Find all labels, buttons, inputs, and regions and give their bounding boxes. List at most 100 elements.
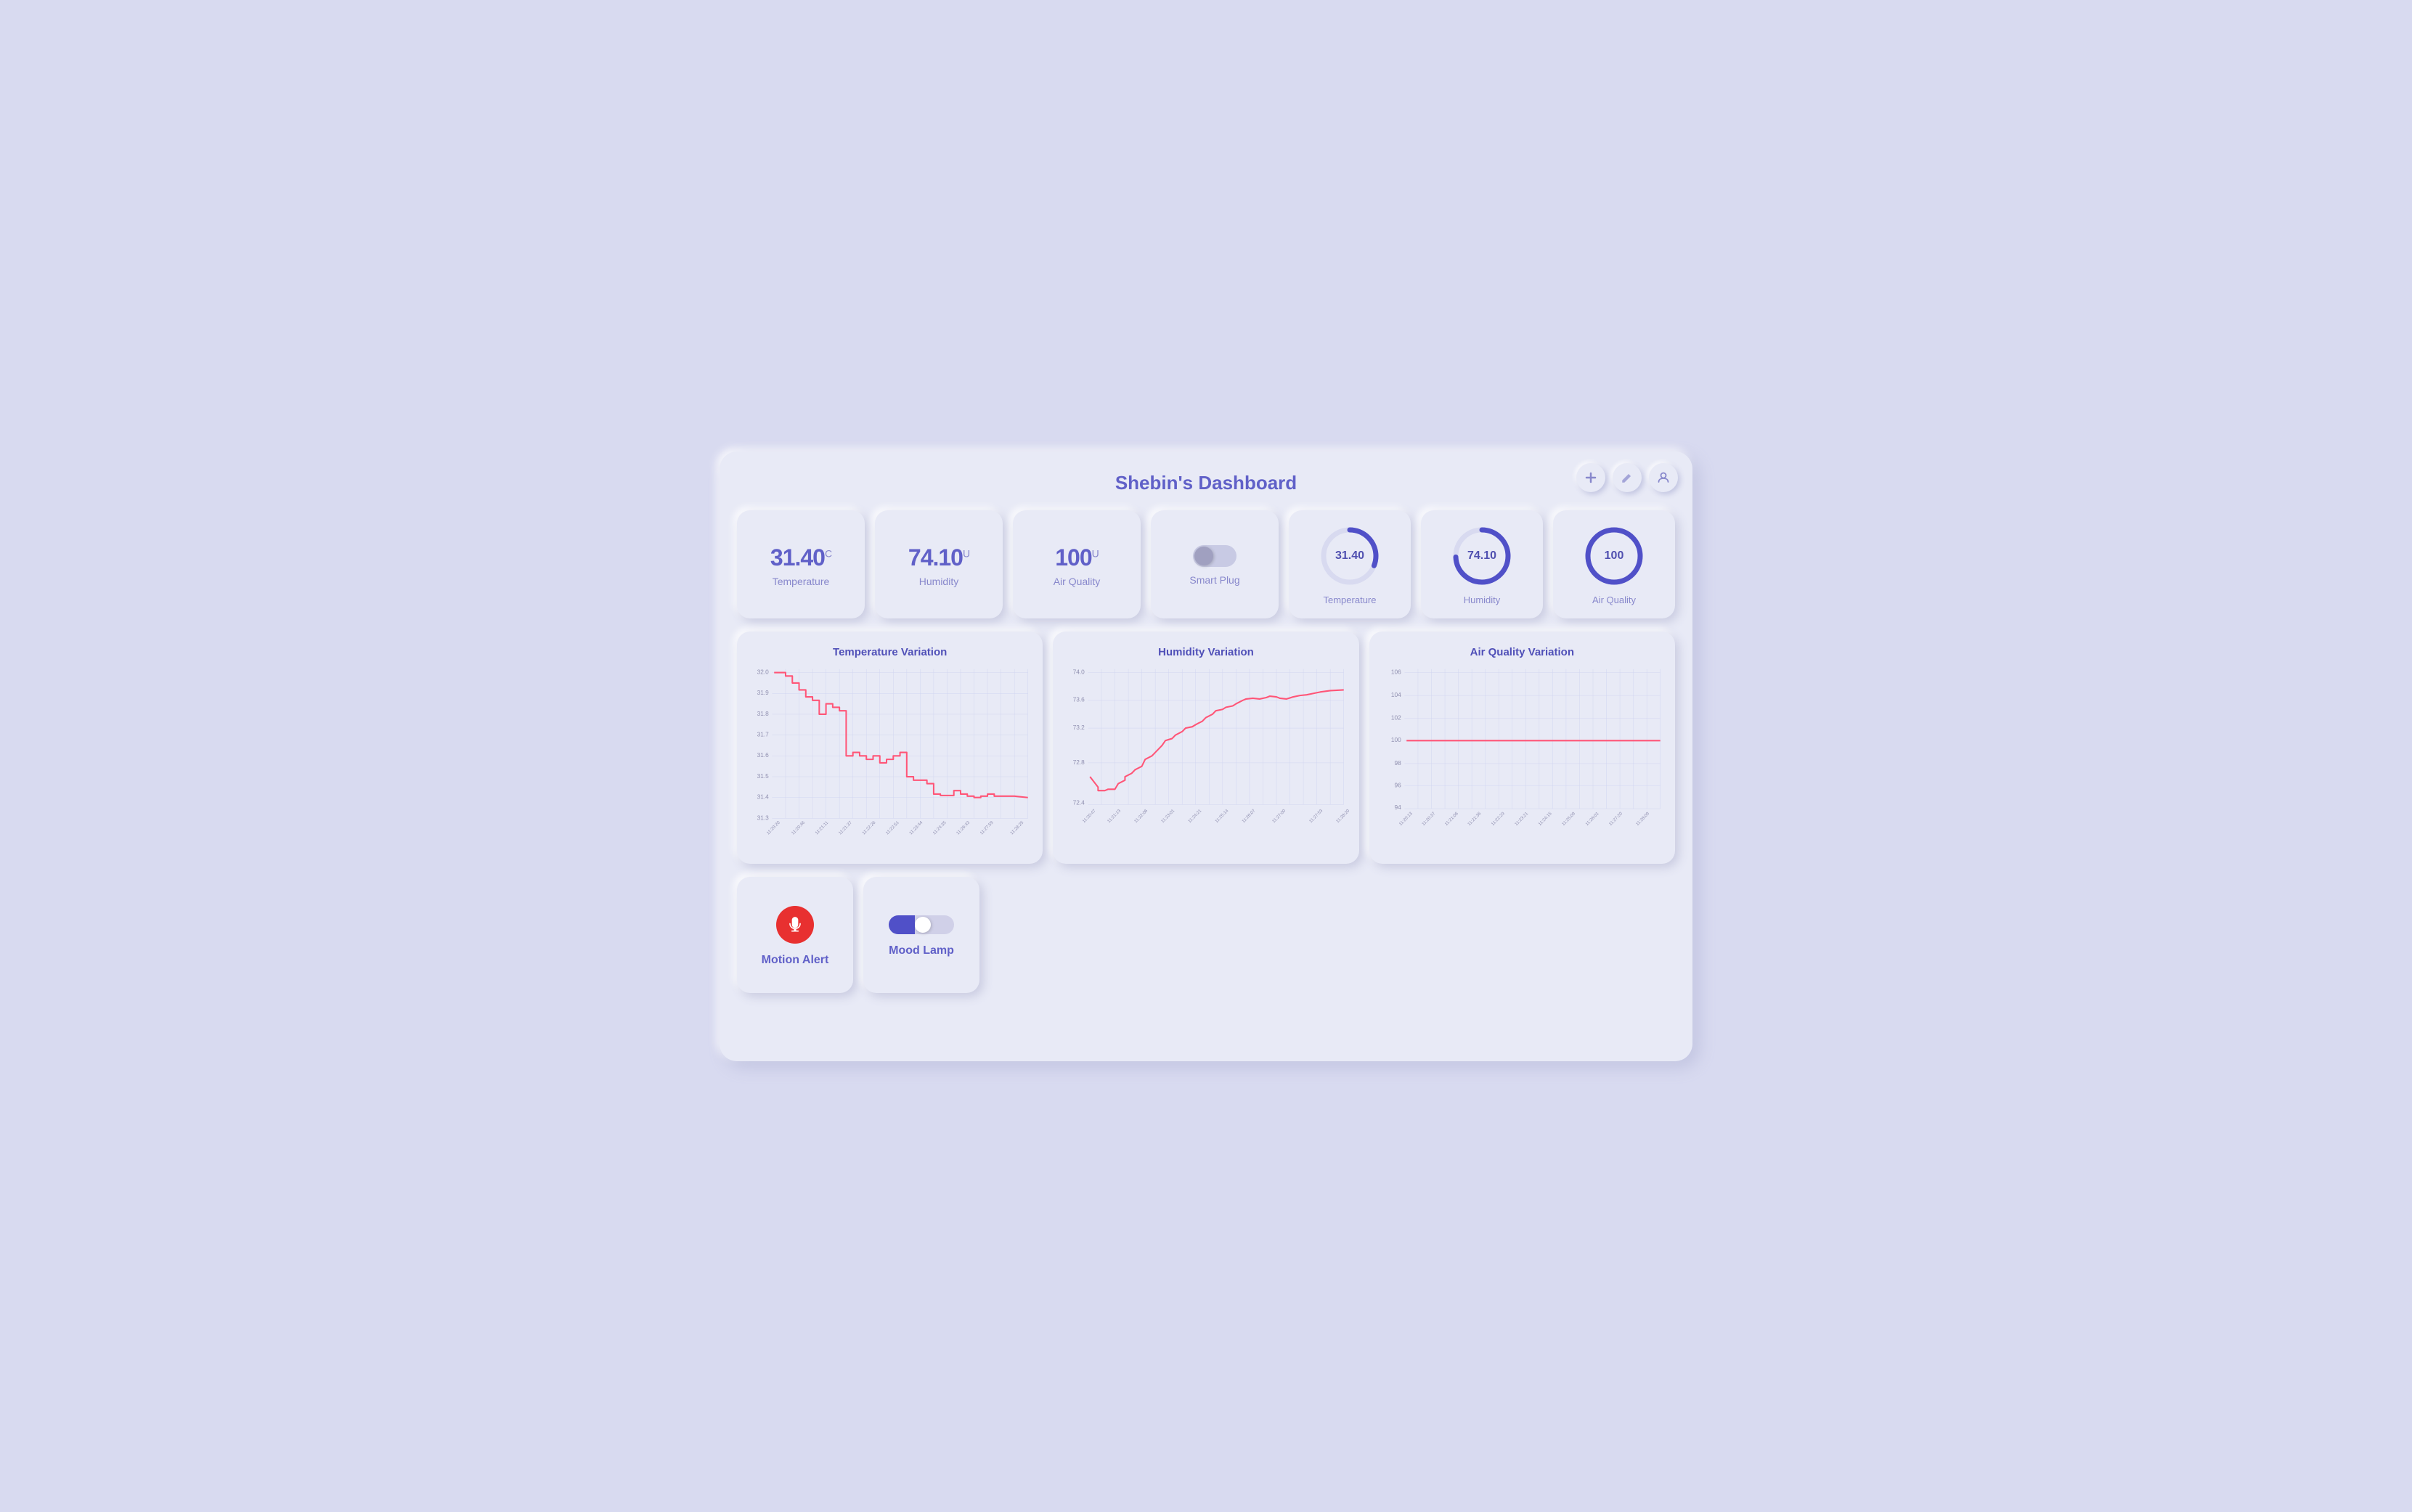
airquality-gauge-value: 100 bbox=[1605, 549, 1624, 563]
svg-text:11:28:09: 11:28:09 bbox=[1635, 810, 1651, 826]
svg-text:74.0: 74.0 bbox=[1073, 668, 1085, 675]
svg-text:11:28:25: 11:28:25 bbox=[1009, 820, 1025, 835]
airquality-chart-card: Air Quality Variation 106 104 102 100 98… bbox=[1369, 632, 1675, 864]
svg-text:11:27:59: 11:27:59 bbox=[979, 820, 995, 835]
svg-text:11:21:37: 11:21:37 bbox=[838, 820, 854, 835]
airquality-gauge-wrapper: 100 bbox=[1581, 523, 1647, 589]
svg-text:31.8: 31.8 bbox=[757, 709, 770, 716]
svg-text:11:20:46: 11:20:46 bbox=[791, 820, 807, 835]
svg-text:11:27:20: 11:27:20 bbox=[1608, 810, 1623, 826]
svg-text:11:28:20: 11:28:20 bbox=[1335, 808, 1351, 824]
svg-text:11:24:21: 11:24:21 bbox=[1187, 808, 1203, 824]
motion-alert-label: Motion Alert bbox=[762, 954, 829, 967]
temperature-chart-svg: 32.0 31.9 31.8 31.7 31.6 31.5 31.4 31.3 bbox=[749, 666, 1031, 825]
temperature-gauge-value: 31.40 bbox=[1335, 549, 1364, 563]
smart-plug-card: Smart Plug bbox=[1151, 510, 1279, 618]
svg-text:11:26:43: 11:26:43 bbox=[956, 820, 971, 835]
motion-alert-card: Motion Alert bbox=[737, 877, 853, 993]
temperature-chart-title: Temperature Variation bbox=[749, 646, 1031, 658]
dashboard-title: Shebin's Dashboard bbox=[737, 472, 1675, 494]
stat-cards-row: 31.40C Temperature 74.10U Humidity 100U … bbox=[737, 510, 1675, 618]
svg-text:11:20:13: 11:20:13 bbox=[1398, 810, 1414, 826]
add-button[interactable] bbox=[1576, 463, 1605, 492]
edit-button[interactable] bbox=[1613, 463, 1642, 492]
temperature-stat-value: 31.40C bbox=[770, 544, 831, 571]
svg-text:11:25:14: 11:25:14 bbox=[1215, 808, 1231, 824]
svg-text:11:22:29: 11:22:29 bbox=[1490, 810, 1506, 826]
svg-text:11:24:35: 11:24:35 bbox=[932, 820, 948, 835]
svg-text:96: 96 bbox=[1394, 781, 1401, 788]
svg-text:11:25:09: 11:25:09 bbox=[1561, 810, 1577, 826]
svg-text:72.8: 72.8 bbox=[1073, 758, 1085, 765]
mood-lamp-slider-row bbox=[889, 915, 954, 934]
temperature-gauge-label: Temperature bbox=[1324, 594, 1377, 605]
bottom-cards-row: Motion Alert Mood Lamp bbox=[737, 877, 1675, 993]
mood-lamp-slider-knob bbox=[915, 917, 931, 933]
svg-text:100: 100 bbox=[1391, 736, 1401, 743]
svg-text:32.0: 32.0 bbox=[757, 668, 770, 675]
smart-plug-label: Smart Plug bbox=[1189, 574, 1239, 586]
svg-text:104: 104 bbox=[1391, 690, 1401, 698]
svg-text:11:21:11: 11:21:11 bbox=[815, 820, 830, 835]
svg-text:31.3: 31.3 bbox=[757, 814, 770, 821]
svg-text:11:27:00: 11:27:00 bbox=[1271, 808, 1287, 824]
svg-text:31.6: 31.6 bbox=[757, 751, 770, 759]
svg-text:11:23:44: 11:23:44 bbox=[908, 820, 924, 835]
temperature-stat-card: 31.40C Temperature bbox=[737, 510, 865, 618]
motion-alert-icon bbox=[776, 906, 814, 944]
airquality-stat-value: 100U bbox=[1055, 544, 1099, 571]
user-button[interactable] bbox=[1649, 463, 1678, 492]
svg-text:11:22:26: 11:22:26 bbox=[861, 820, 877, 835]
svg-text:31.5: 31.5 bbox=[757, 772, 770, 779]
svg-text:102: 102 bbox=[1391, 714, 1401, 721]
smart-plug-toggle-knob bbox=[1194, 547, 1213, 565]
svg-text:94: 94 bbox=[1394, 803, 1401, 810]
mood-lamp-card: Mood Lamp bbox=[863, 877, 979, 993]
svg-text:11:24:15: 11:24:15 bbox=[1537, 810, 1553, 826]
svg-text:11:20:20: 11:20:20 bbox=[766, 820, 782, 835]
svg-text:72.4: 72.4 bbox=[1073, 798, 1085, 806]
airquality-gauge-card: 100 Air Quality bbox=[1553, 510, 1675, 618]
svg-text:11:20:37: 11:20:37 bbox=[1421, 810, 1437, 826]
svg-text:98: 98 bbox=[1394, 759, 1401, 766]
humidity-chart-title: Humidity Variation bbox=[1064, 646, 1347, 658]
airquality-stat-label: Air Quality bbox=[1054, 576, 1101, 587]
airquality-chart-svg: 106 104 102 100 98 96 94 bbox=[1381, 666, 1663, 825]
svg-text:11:20:47: 11:20:47 bbox=[1082, 808, 1098, 824]
svg-text:11:23:21: 11:23:21 bbox=[1514, 810, 1530, 826]
airquality-stat-card: 100U Air Quality bbox=[1013, 510, 1141, 618]
humidity-gauge-label: Humidity bbox=[1464, 594, 1501, 605]
humidity-chart-svg: 74.0 73.6 73.2 72.8 72.4 bbox=[1064, 666, 1347, 825]
svg-text:11:23:01: 11:23:01 bbox=[1160, 808, 1176, 824]
svg-text:11:26:01: 11:26:01 bbox=[1584, 810, 1600, 826]
top-icons-bar bbox=[1576, 463, 1678, 492]
humidity-gauge-card: 74.10 Humidity bbox=[1421, 510, 1543, 618]
airquality-chart-title: Air Quality Variation bbox=[1381, 646, 1663, 658]
smart-plug-toggle[interactable] bbox=[1193, 545, 1236, 567]
mood-lamp-slider[interactable] bbox=[889, 915, 954, 934]
humidity-stat-value: 74.10U bbox=[908, 544, 969, 571]
humidity-stat-label: Humidity bbox=[919, 576, 958, 587]
temperature-chart-card: Temperature Variation 32.0 31.9 31.8 31.… bbox=[737, 632, 1043, 864]
mood-lamp-label: Mood Lamp bbox=[889, 944, 954, 957]
humidity-gauge-wrapper: 74.10 bbox=[1449, 523, 1515, 589]
temperature-gauge-card: 31.40 Temperature bbox=[1289, 510, 1411, 618]
svg-text:106: 106 bbox=[1391, 668, 1401, 675]
humidity-gauge-value: 74.10 bbox=[1467, 549, 1496, 563]
svg-text:31.4: 31.4 bbox=[757, 793, 770, 800]
svg-text:11:22:06: 11:22:06 bbox=[1133, 808, 1149, 824]
svg-text:11:27:53: 11:27:53 bbox=[1308, 808, 1324, 824]
humidity-stat-card: 74.10U Humidity bbox=[875, 510, 1003, 618]
svg-text:11:21:13: 11:21:13 bbox=[1107, 808, 1123, 824]
airquality-gauge-label: Air Quality bbox=[1592, 594, 1636, 605]
app-container: Shebin's Dashboard 31.40C Temperature 74… bbox=[720, 451, 1692, 1061]
svg-text:11:21:36: 11:21:36 bbox=[1467, 810, 1483, 826]
humidity-chart-card: Humidity Variation 74.0 73.6 73.2 72.8 7… bbox=[1053, 632, 1358, 864]
svg-text:31.7: 31.7 bbox=[757, 730, 770, 737]
charts-row: Temperature Variation 32.0 31.9 31.8 31.… bbox=[737, 632, 1675, 864]
temperature-gauge-wrapper: 31.40 bbox=[1317, 523, 1382, 589]
svg-text:11:26:07: 11:26:07 bbox=[1242, 808, 1258, 824]
svg-text:11:22:51: 11:22:51 bbox=[885, 820, 901, 835]
svg-text:73.2: 73.2 bbox=[1073, 723, 1085, 730]
svg-text:31.9: 31.9 bbox=[757, 689, 770, 696]
